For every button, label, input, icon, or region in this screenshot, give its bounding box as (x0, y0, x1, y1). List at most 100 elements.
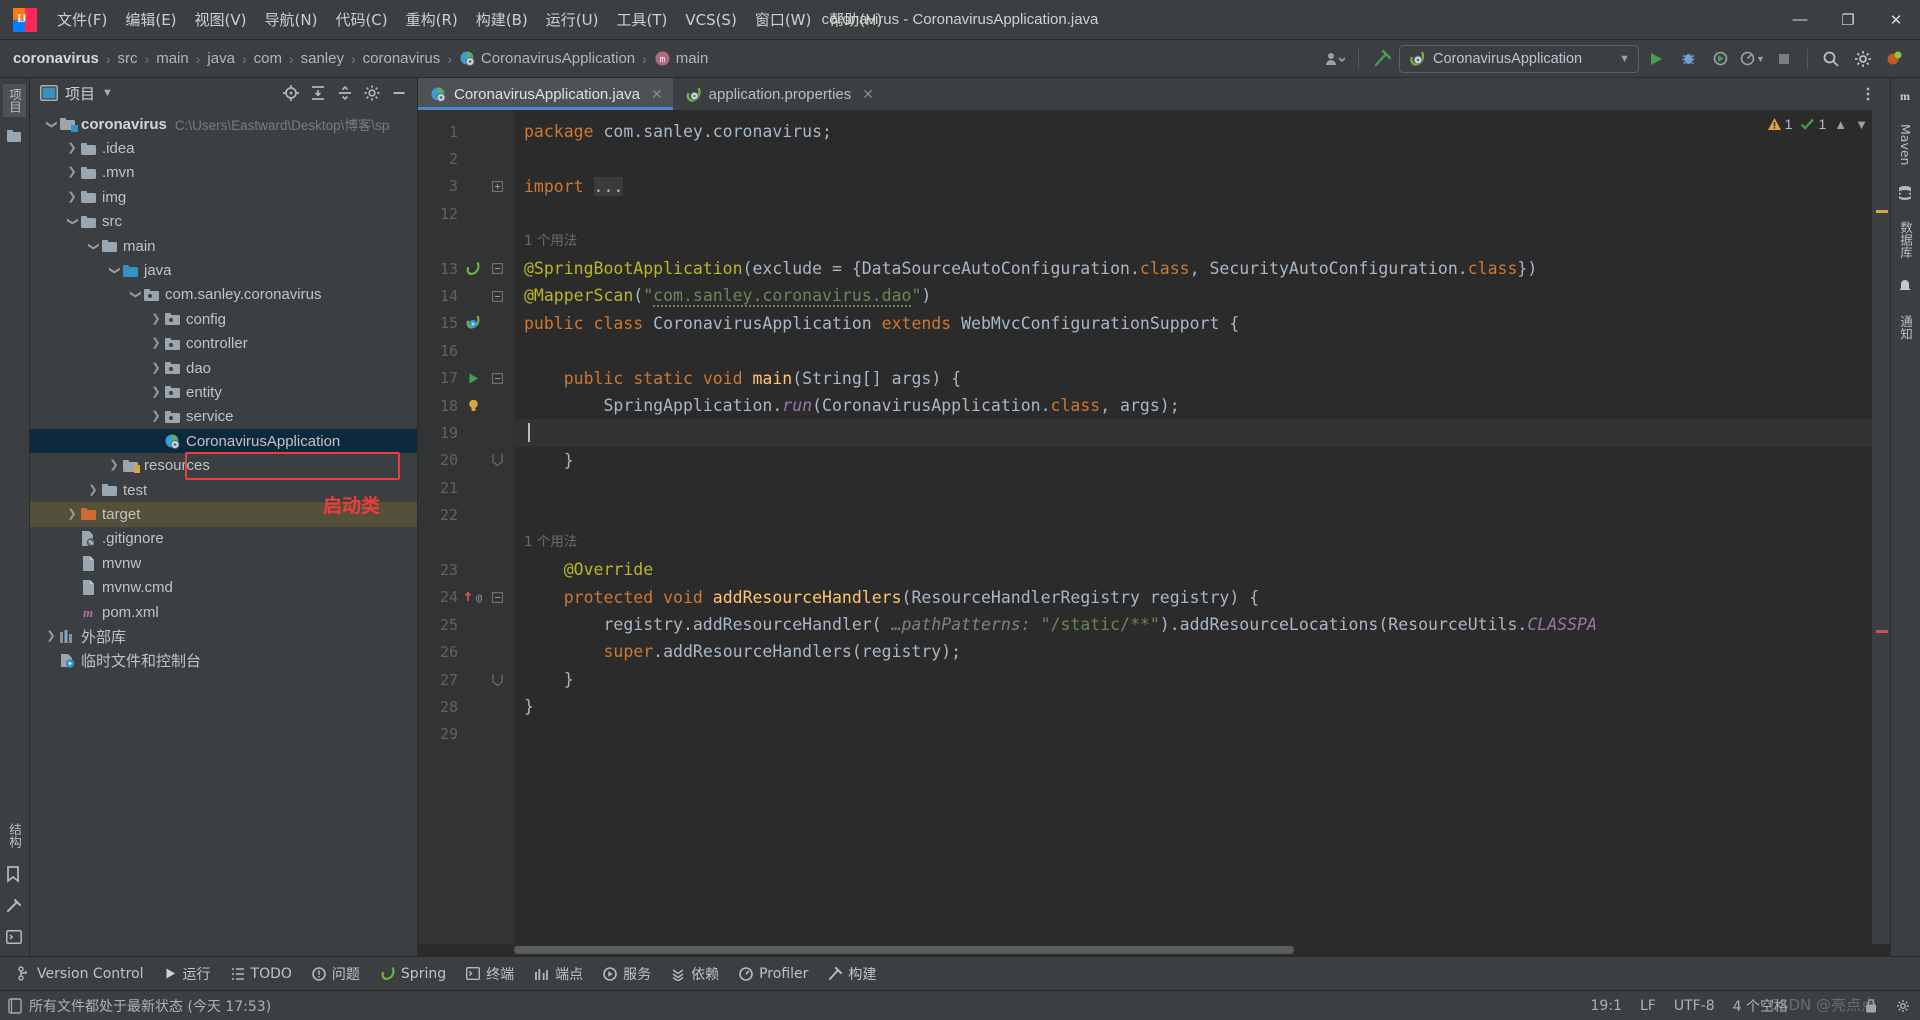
breadcrumb-item-project[interactable]: coronavirus (12, 48, 100, 69)
tree-node-com.sanley.coronavirus[interactable]: ❯com.sanley.coronavirus (30, 283, 417, 307)
gutter-line[interactable] (418, 228, 514, 255)
bottom-tab-[interactable]: 服务 (594, 960, 660, 988)
fold-toggle-icon[interactable] (486, 454, 508, 466)
minimize-button[interactable]: — (1776, 0, 1824, 40)
menu-edit[interactable]: 编辑(E) (116, 5, 185, 34)
database-icon[interactable] (1897, 185, 1915, 203)
code-line[interactable]: registry.addResourceHandler( …pathPatter… (514, 611, 1872, 638)
encoding[interactable]: UTF-8 (1674, 998, 1715, 1014)
scrollbar-thumb[interactable] (514, 946, 1294, 954)
maximize-button[interactable]: ❐ (1824, 0, 1872, 40)
chevron-right-icon[interactable]: ❯ (149, 411, 163, 422)
breadcrumb-item-com[interactable]: com (253, 48, 283, 69)
code-line[interactable]: public class CoronavirusApplication exte… (514, 310, 1872, 337)
gutter-line[interactable]: 1 (418, 118, 514, 145)
code-line[interactable]: @Override (514, 556, 1872, 583)
rail-tab-structure[interactable]: 结构 (3, 819, 26, 852)
tree-node-coronavirus[interactable]: ❯coronavirusC:\Users\Eastward\Desktop\博客… (30, 112, 417, 136)
editor-main[interactable]: 12312131415161718192021222324@2526272829… (418, 110, 1890, 944)
breadcrumb[interactable]: coronavirus › src › main › java › com › … (12, 48, 709, 69)
tree-node-resources[interactable]: ❯resources (30, 453, 417, 477)
chevron-down-icon[interactable]: ❯ (130, 288, 141, 302)
bottom-tab-[interactable]: 依赖 (662, 960, 728, 988)
window-controls[interactable]: — ❐ ✕ (1776, 0, 1920, 40)
code-line[interactable]: super.addResourceHandlers(registry); (514, 638, 1872, 665)
chevron-up-icon[interactable]: ▲ (1834, 117, 1847, 132)
error-marker[interactable] (1876, 630, 1888, 633)
run-with-coverage-button[interactable] (1705, 45, 1735, 73)
code-line[interactable] (514, 419, 1872, 446)
chevron-right-icon[interactable]: ❯ (107, 460, 121, 471)
fold-toggle-icon[interactable] (486, 592, 508, 603)
code-line[interactable] (514, 501, 1872, 528)
menu-view[interactable]: 视图(V) (186, 5, 256, 34)
chevron-right-icon[interactable]: ❯ (65, 509, 79, 520)
menu-window[interactable]: 窗口(W) (746, 5, 821, 34)
tree-node-src[interactable]: ❯src (30, 210, 417, 234)
chevron-right-icon[interactable]: ❯ (149, 387, 163, 398)
gutter-line[interactable]: 20 (418, 447, 514, 474)
hide-panel-icon[interactable] (387, 81, 411, 105)
bottom-tool-bar[interactable]: Version Control运行TODO问题Spring终端端点服务依赖Pro… (0, 956, 1920, 990)
breadcrumb-item-class[interactable]: CoronavirusApplication (458, 48, 636, 69)
tree-node-main[interactable]: ❯main (30, 234, 417, 258)
bulb-icon[interactable] (460, 398, 486, 413)
gutter-line[interactable]: 16 (418, 337, 514, 364)
maven-icon[interactable]: m (1897, 88, 1915, 106)
gutter-line[interactable]: 25 (418, 611, 514, 638)
warning-badge[interactable]: 1 (1767, 116, 1793, 132)
code-line[interactable]: import ... (514, 173, 1872, 200)
gutter-line[interactable]: 24@ (418, 584, 514, 611)
bottom-tab-versioncontrol[interactable]: Version Control (8, 962, 153, 986)
horizontal-scrollbar[interactable] (418, 944, 1890, 956)
bottom-tab-[interactable]: 运行 (155, 960, 220, 988)
tree-node-mvnw[interactable]: mvnw (30, 551, 417, 575)
fold-toggle-icon[interactable] (486, 181, 508, 192)
code-line[interactable]: package com.sanley.coronavirus; (514, 118, 1872, 145)
breadcrumb-item-main[interactable]: main (155, 48, 190, 69)
bell-icon[interactable] (1897, 279, 1915, 297)
chevron-down-icon[interactable]: ❯ (88, 239, 99, 253)
gutter-line[interactable]: 22 (418, 501, 514, 528)
code-line[interactable]: protected void addResourceHandlers(Resou… (514, 584, 1872, 611)
left-tool-rail[interactable]: 项目 结构 (0, 78, 30, 956)
inspection-widget[interactable]: 1 1 ▲ ▼ (1767, 116, 1868, 132)
more-vertical-icon[interactable] (1856, 82, 1880, 106)
editor-tabs-actions[interactable] (1856, 78, 1890, 110)
menu-run[interactable]: 运行(U) (537, 5, 608, 34)
close-icon[interactable]: ✕ (651, 86, 663, 103)
profiler-button[interactable]: ▼ (1737, 45, 1767, 73)
search-icon[interactable] (1816, 45, 1846, 73)
code-line[interactable]: SpringApplication.run(CoronavirusApplica… (514, 392, 1872, 419)
breadcrumb-item-sanley[interactable]: sanley (300, 48, 345, 69)
tree-node-entity[interactable]: ❯entity (30, 380, 417, 404)
project-tree[interactable]: ❯coronavirusC:\Users\Eastward\Desktop\博客… (30, 108, 417, 956)
gutter-line[interactable]: 19 (418, 419, 514, 446)
user-icon[interactable] (1320, 45, 1350, 73)
gutter-line[interactable]: 27 (418, 666, 514, 693)
collapse-all-icon[interactable] (333, 81, 357, 105)
gutter-line[interactable]: 28 (418, 693, 514, 720)
run-configuration-selector[interactable]: CoronavirusApplication ▼ (1399, 45, 1639, 73)
tree-node-coronavirusapplication[interactable]: CoronavirusApplication (30, 429, 417, 453)
gutter-line[interactable]: 15 (418, 310, 514, 337)
tree-node-img[interactable]: ❯img (30, 185, 417, 209)
chevron-right-icon[interactable]: ❯ (149, 314, 163, 325)
menu-build[interactable]: 构建(B) (467, 5, 537, 34)
right-tool-rail[interactable]: m Maven 数据库 通知 (1890, 78, 1920, 956)
toolbar-right[interactable]: CoronavirusApplication ▼ ▼ (1320, 45, 1920, 73)
select-opened-file-icon[interactable] (279, 81, 303, 105)
bottom-tab-[interactable]: 问题 (303, 960, 369, 988)
tree-node-java[interactable]: ❯java (30, 258, 417, 282)
code-line[interactable]: } (514, 447, 1872, 474)
terminal-rail-icon[interactable] (6, 930, 24, 948)
close-icon[interactable]: ✕ (862, 86, 874, 103)
status-message-group[interactable]: 所有文件都处于最新状态 (今天 17:53) (8, 996, 271, 1016)
hammer-icon[interactable] (1367, 45, 1397, 73)
chevron-down-icon[interactable]: ❯ (46, 117, 57, 131)
code-line[interactable] (514, 721, 1872, 748)
chevron-down-icon[interactable]: ▼ (1619, 53, 1630, 65)
code-line[interactable] (514, 200, 1872, 227)
usage-hint[interactable]: 1 个用法 (514, 228, 1872, 255)
rail-tab-database[interactable]: 数据库 (1894, 217, 1917, 263)
